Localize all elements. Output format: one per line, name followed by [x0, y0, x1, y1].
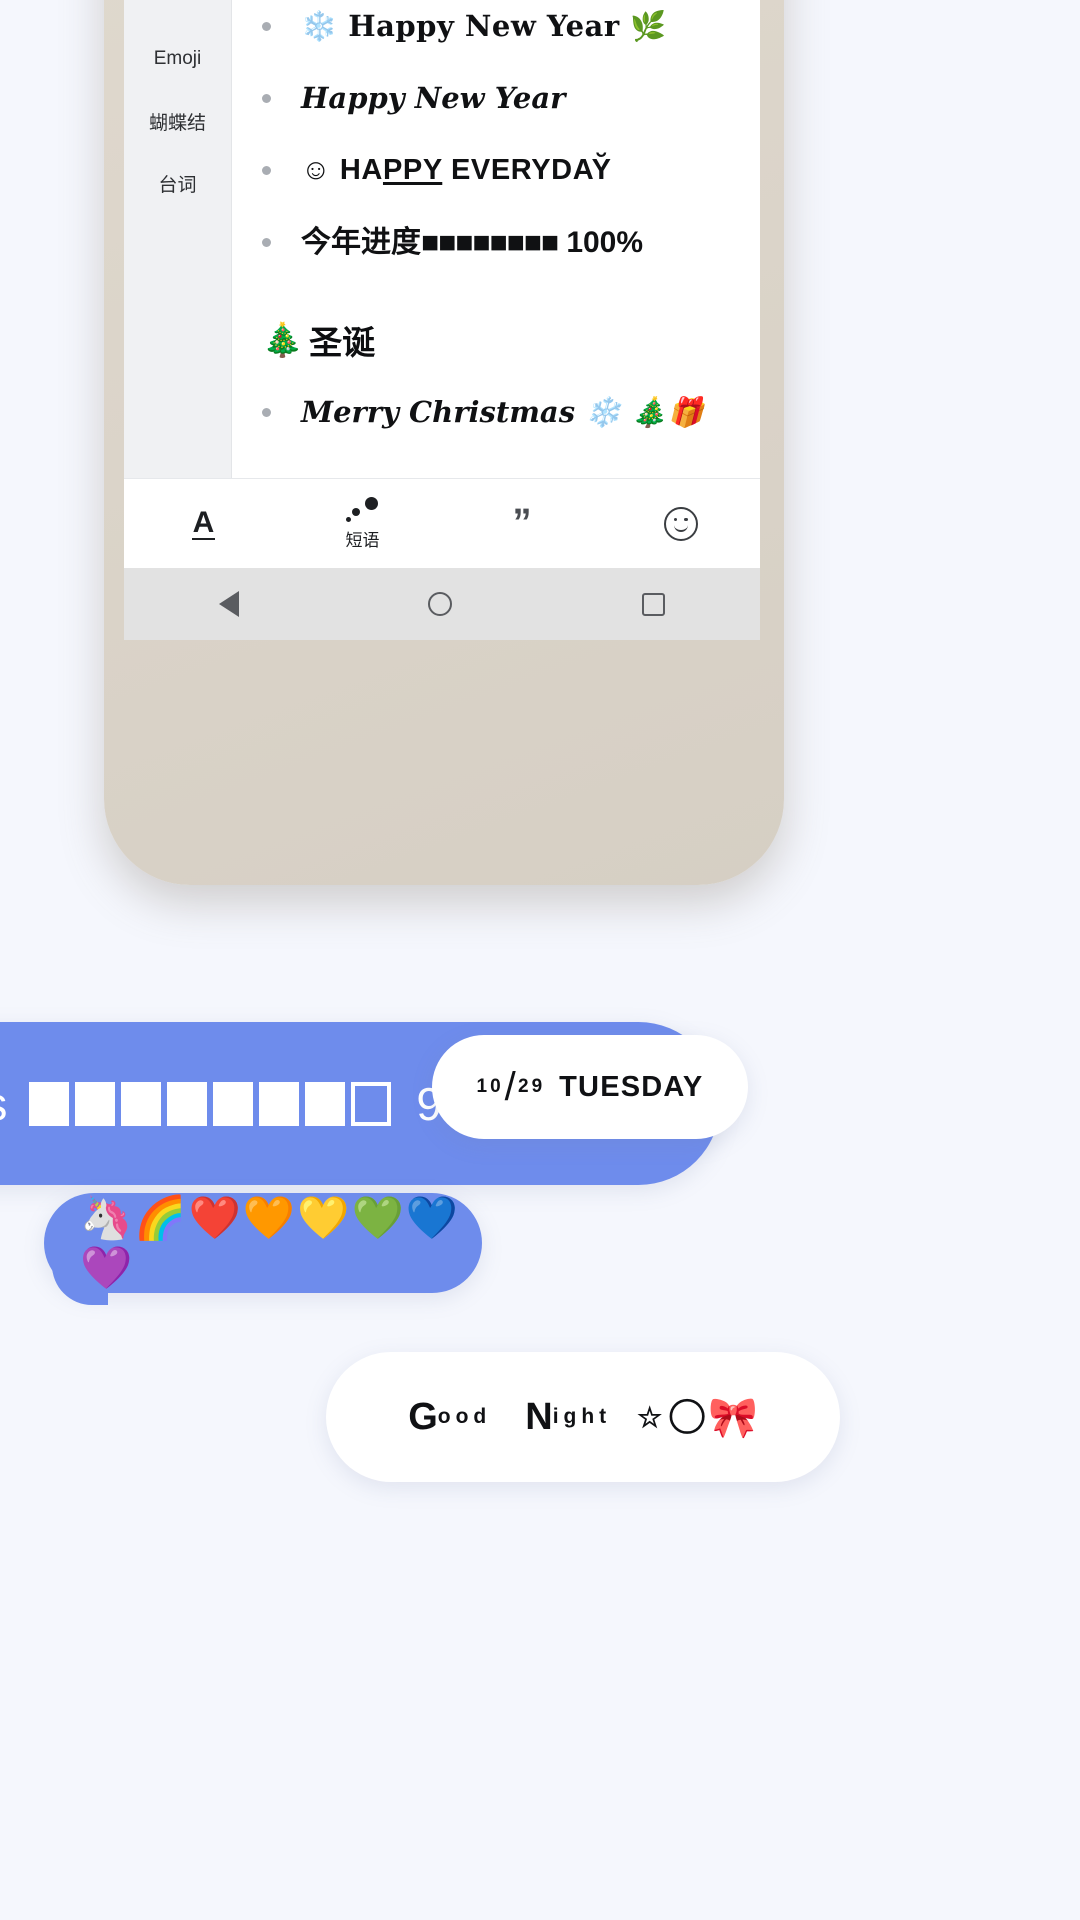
toolbar-quotes-button[interactable]: ”	[442, 479, 601, 568]
progress-square-filled	[213, 1081, 254, 1126]
smiley-prefix-icon: ☺	[301, 154, 340, 186]
progress-square-empty	[351, 1081, 392, 1126]
phrase-text: 今年进度■■■■■■■■ 100%	[301, 216, 643, 262]
list-item[interactable]: Merry Christmas ❄️ 🎄🎁	[232, 386, 760, 458]
progress-square-filled	[167, 1081, 208, 1126]
progress-square-filled	[75, 1081, 116, 1126]
star-icon: ☆	[637, 1401, 663, 1433]
date-slash-icon: /	[504, 1064, 517, 1109]
date-weekday: TUESDAY	[559, 1070, 704, 1103]
bullet-icon	[262, 22, 271, 31]
good-word-lead: G	[408, 1395, 438, 1438]
progress-bubble-label: rogress	[0, 1077, 8, 1131]
sidebar-item-emoji[interactable]: Emoji	[124, 28, 231, 90]
bubble-tail	[778, 1454, 834, 1494]
back-triangle-icon[interactable]	[218, 591, 239, 617]
phrase-text: Happy New Year	[301, 81, 566, 115]
sidebar-item-label: Emoji	[153, 48, 202, 69]
phrase-part-b: EVERYDAY̆	[442, 154, 612, 186]
keyboard-panel: Emoji 蝴蝶结 台词 ❄️ Happy New Year 🌿 Happy N…	[124, 0, 760, 478]
toolbar-font-style-button[interactable]: A	[124, 479, 283, 568]
section-title: 圣诞	[309, 324, 376, 361]
phrase-text: ☺ HAPPY EVERYDAY̆	[301, 144, 612, 188]
phrase-text: ❄️ Happy New Year 🌿	[301, 9, 667, 43]
message-bubble-good-night[interactable]: Good Night ☆ 🌕🎀	[326, 1352, 840, 1494]
keyboard-toolbar: A 短语 ”	[124, 478, 760, 568]
list-section-header: 🎄 圣诞	[232, 288, 760, 386]
bullet-icon	[262, 166, 271, 175]
list-item[interactable]: ❄️ Happy New Year 🌿	[232, 0, 760, 72]
font-letter-a-icon: A	[191, 505, 216, 541]
night-word-rest: ight	[552, 1405, 612, 1428]
sidebar-item-bowknot[interactable]: 蝴蝶结	[124, 90, 231, 152]
progress-square-filled	[29, 1081, 70, 1126]
smiley-face-icon	[663, 506, 698, 541]
christmas-tree-icon: 🎄	[262, 320, 304, 359]
list-item[interactable]: ☺ HAPPY EVERYDAY̆	[232, 144, 760, 216]
date-month: 10	[476, 1076, 504, 1097]
phrase-part-a: HA	[339, 154, 383, 186]
message-bubble-emoji[interactable]: 🦄🌈❤️🧡💛💚💙💜	[44, 1193, 482, 1305]
sidebar-item-label: 台词	[158, 174, 197, 196]
good-word-rest: ood	[437, 1405, 492, 1428]
phrase-text: Merry Christmas ❄️ 🎄🎁	[301, 395, 704, 429]
sidebar-item-label: 蝴蝶结	[148, 112, 206, 134]
bullet-icon	[262, 94, 271, 103]
screen-root: Emoji 蝴蝶结 台词 ❄️ Happy New Year 🌿 Happy N…	[0, 0, 1080, 1920]
toolbar-phrases-button[interactable]: 短语	[283, 479, 442, 568]
progress-square-filled	[121, 1081, 162, 1126]
message-bubble-date[interactable]: 10/29 TUESDAY	[432, 1035, 748, 1151]
progress-squares: ■■■■■■■■	[421, 226, 559, 259]
bullet-icon	[262, 238, 271, 247]
progress-label: 今年进度	[301, 226, 421, 259]
night-word-lead: N	[525, 1395, 553, 1438]
home-circle-icon[interactable]	[428, 592, 453, 616]
recents-square-icon[interactable]	[642, 592, 666, 616]
progress-bubble-squares	[26, 1077, 394, 1131]
date-day: 29	[518, 1076, 546, 1097]
keyboard-category-sidebar: Emoji 蝴蝶结 台词	[124, 0, 232, 478]
progress-square-filled	[259, 1081, 300, 1126]
dots-cluster-icon	[345, 496, 380, 523]
list-item[interactable]: 今年进度■■■■■■■■ 100%	[232, 216, 760, 288]
quote-mark-icon: ”	[512, 502, 532, 545]
android-nav-bar	[124, 568, 760, 640]
list-item[interactable]: Happy New Year	[232, 72, 760, 144]
phrase-list[interactable]: ❄️ Happy New Year 🌿 Happy New Year ☺ HAP…	[232, 0, 760, 478]
moon-icon: 🌕🎀	[666, 1394, 758, 1441]
bullet-icon	[262, 408, 271, 417]
sidebar-item-lines[interactable]: 台词	[124, 152, 231, 214]
phrase-part-underlined: PPY	[382, 154, 443, 186]
emoji-sequence: 🦄🌈❤️🧡💛💚💙💜	[80, 1193, 461, 1292]
progress-square-filled	[305, 1081, 346, 1126]
progress-percent: 100%	[566, 226, 644, 259]
toolbar-phrases-label: 短语	[345, 530, 380, 550]
toolbar-emoji-button[interactable]	[601, 479, 760, 568]
